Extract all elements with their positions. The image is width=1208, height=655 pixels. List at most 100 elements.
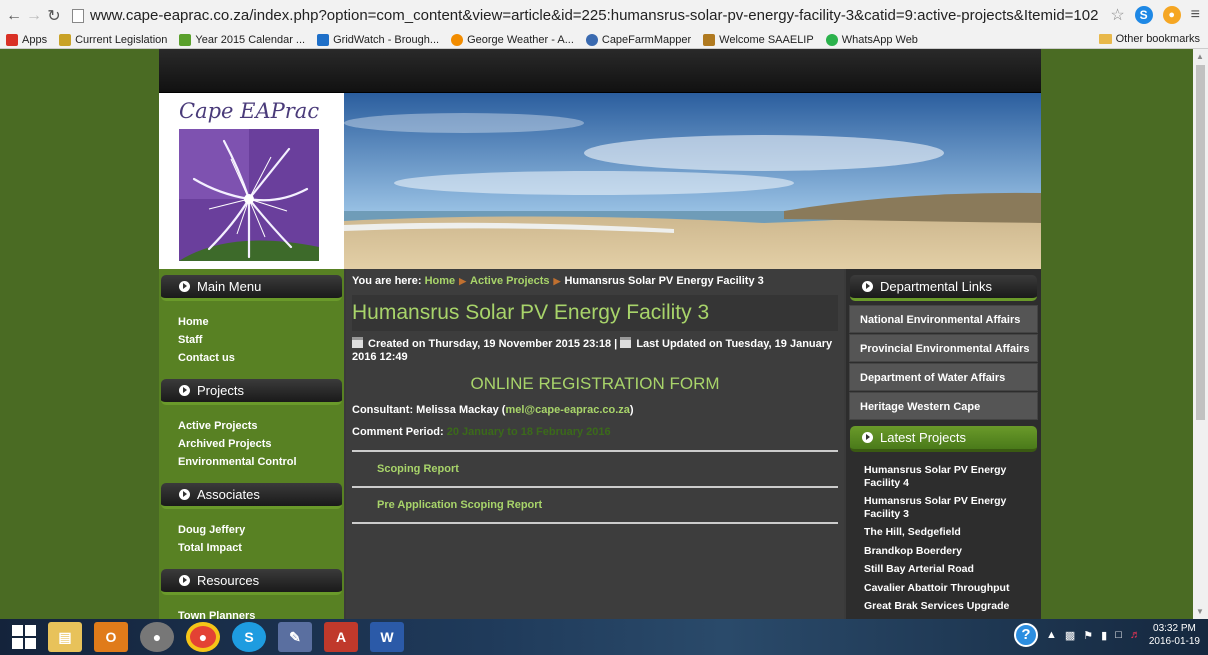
latest-project-item[interactable]: Great Brak Services Upgrade bbox=[864, 600, 1014, 613]
key-extension-icon[interactable]: ● bbox=[1162, 6, 1181, 24]
arrow-circle-icon bbox=[179, 489, 190, 500]
breadcrumb-arrow-icon: ▶ bbox=[459, 276, 467, 286]
menu-item-home[interactable]: Home bbox=[178, 313, 344, 331]
bookmark-gridwatch[interactable]: GridWatch - Brough... bbox=[317, 33, 439, 46]
page-icon bbox=[72, 8, 84, 23]
document-list: Scoping Report Pre Application Scoping R… bbox=[352, 450, 838, 524]
other-bookmarks[interactable]: Other bookmarks bbox=[1098, 33, 1200, 45]
latest-project-item[interactable]: Still Bay Arterial Road bbox=[864, 563, 1014, 576]
forward-arrow-icon[interactable]: → bbox=[24, 7, 44, 25]
volume-icon[interactable]: ♬ bbox=[1130, 629, 1141, 641]
dept-link-water-affairs[interactable]: Department of Water Affairs bbox=[849, 363, 1038, 391]
scroll-down-icon[interactable]: ▼ bbox=[1196, 607, 1204, 616]
bookmark-favicon-icon bbox=[451, 33, 464, 46]
latest-project-item[interactable]: Cavalier Abattoir Throughput bbox=[864, 582, 1014, 595]
comment-period-value: 20 January to 18 February 2016 bbox=[446, 426, 611, 438]
skype-icon[interactable]: S bbox=[232, 622, 266, 652]
menu-item-environmental-control[interactable]: Environmental Control bbox=[178, 453, 344, 471]
arrow-circle-icon bbox=[179, 575, 190, 586]
bookmarks-bar: Apps Current Legislation Year 2015 Calen… bbox=[0, 31, 1208, 49]
breadcrumb-home[interactable]: Home bbox=[425, 275, 456, 287]
bookmark-favicon-icon bbox=[179, 33, 192, 46]
bookmark-george-weather[interactable]: George Weather - A... bbox=[451, 33, 574, 46]
reload-icon[interactable]: ↻ bbox=[44, 6, 64, 26]
clock[interactable]: 03:32 PM 2016-01-19 bbox=[1149, 622, 1200, 648]
outlook-icon[interactable]: O bbox=[94, 622, 128, 652]
help-icon[interactable]: ? bbox=[1013, 623, 1038, 647]
flag-icon[interactable]: ⚑ bbox=[1083, 629, 1093, 642]
dept-link-heritage[interactable]: Heritage Western Cape bbox=[849, 392, 1038, 420]
url-text: www.cape-eaprac.co.za/index.php?option=c… bbox=[90, 7, 1099, 24]
whatsapp-icon bbox=[825, 33, 838, 46]
doc-scoping-report[interactable]: Scoping Report bbox=[352, 450, 838, 486]
menu-item-staff[interactable]: Staff bbox=[178, 331, 344, 349]
battery-icon[interactable]: ▮ bbox=[1101, 629, 1107, 642]
site-top-bar bbox=[159, 49, 1041, 93]
pro-app-icon[interactable]: ● bbox=[140, 622, 174, 652]
bookmark-current-legislation[interactable]: Current Legislation bbox=[59, 33, 167, 46]
chrome-icon[interactable]: ● bbox=[186, 622, 220, 652]
article-meta: Created on Thursday, 19 November 2015 23… bbox=[352, 337, 833, 363]
bookmark-saaelip[interactable]: Welcome SAAELIP bbox=[703, 33, 814, 46]
bookmark-apps[interactable]: Apps bbox=[6, 33, 47, 46]
folder-icon bbox=[1098, 34, 1112, 44]
associates-list: Doug Jeffery Total Impact bbox=[159, 513, 344, 563]
access-icon[interactable]: A bbox=[324, 622, 358, 652]
menu-item-doug-jeffery[interactable]: Doug Jeffery bbox=[178, 521, 344, 539]
menu-item-active-projects[interactable]: Active Projects bbox=[178, 417, 344, 435]
scroll-up-icon[interactable]: ▲ bbox=[1196, 52, 1204, 61]
doc-pre-application-scoping-report[interactable]: Pre Application Scoping Report bbox=[352, 486, 838, 522]
beach-banner-image bbox=[344, 93, 1041, 269]
latest-project-item[interactable]: Humansrus Solar PV Energy Facility 4 bbox=[864, 464, 1014, 489]
menu-item-archived-projects[interactable]: Archived Projects bbox=[178, 435, 344, 453]
right-sidebar: Departmental Links National Environmenta… bbox=[846, 269, 1041, 619]
scroll-thumb[interactable] bbox=[1196, 65, 1205, 420]
logo-text: Cape EAPrac bbox=[179, 99, 320, 123]
breadcrumb-current: Humansrus Solar PV Energy Facility 3 bbox=[564, 275, 764, 287]
arrow-circle-icon bbox=[862, 432, 873, 443]
network-icon[interactable]: ▩ bbox=[1065, 629, 1075, 642]
bookmark-whatsapp[interactable]: WhatsApp Web bbox=[825, 33, 918, 46]
tray-expand-icon[interactable]: ▲ bbox=[1046, 629, 1057, 641]
breadcrumb-arrow-icon: ▶ bbox=[553, 276, 561, 286]
dept-link-national[interactable]: National Environmental Affairs bbox=[849, 305, 1038, 333]
consultant-email-link[interactable]: mel@cape-eaprac.co.za bbox=[505, 404, 629, 416]
divider bbox=[352, 522, 838, 524]
calendar-icon bbox=[352, 337, 363, 348]
latest-project-item[interactable]: Brandkop Boerdery bbox=[864, 545, 1014, 558]
apps-icon bbox=[6, 33, 18, 46]
page-viewport: Cape EAPrac Main Menu Home Staff Contact… bbox=[0, 49, 1193, 619]
bookmark-star-icon[interactable]: ☆ bbox=[1110, 5, 1124, 25]
bookmark-capefarmmapper[interactable]: CapeFarmMapper bbox=[585, 33, 691, 46]
arrow-circle-icon bbox=[179, 281, 190, 292]
menu-item-town-planners[interactable]: Town Planners bbox=[178, 607, 344, 619]
menu-item-total-impact[interactable]: Total Impact bbox=[178, 539, 344, 557]
file-explorer-icon[interactable]: ▤ bbox=[48, 622, 82, 652]
projects-list: Active Projects Archived Projects Enviro… bbox=[159, 409, 344, 477]
windows-start-icon[interactable] bbox=[12, 625, 36, 649]
back-arrow-icon[interactable]: ← bbox=[4, 7, 24, 25]
dept-link-provincial[interactable]: Provincial Environmental Affairs bbox=[849, 334, 1038, 362]
bookmark-favicon-icon bbox=[585, 33, 598, 46]
skype-extension-icon[interactable]: S bbox=[1134, 6, 1153, 24]
comment-period-line: Comment Period: 20 January to 18 Februar… bbox=[352, 426, 611, 438]
browser-toolbar: ← → ↻ www.cape-eaprac.co.za/index.php?op… bbox=[0, 0, 1208, 31]
projects-title: Projects bbox=[161, 379, 342, 405]
page-scrollbar[interactable]: ▲ ▼ bbox=[1193, 49, 1208, 619]
latest-projects-list: Humansrus Solar PV Energy Facility 4 Hum… bbox=[846, 456, 1041, 613]
bookmark-calendar[interactable]: Year 2015 Calendar ... bbox=[179, 33, 305, 46]
word-alt-icon[interactable]: ✎ bbox=[278, 622, 312, 652]
latest-project-item[interactable]: The Hill, Sedgefield bbox=[864, 526, 1014, 539]
message-icon[interactable]: □ bbox=[1115, 629, 1122, 641]
breadcrumb-active-projects[interactable]: Active Projects bbox=[470, 275, 549, 287]
departmental-links-title: Departmental Links bbox=[850, 275, 1037, 301]
latest-project-item[interactable]: Humansrus Solar PV Energy Facility 3 bbox=[864, 495, 1014, 520]
address-bar[interactable]: www.cape-eaprac.co.za/index.php?option=c… bbox=[72, 4, 1142, 28]
word-icon[interactable]: W bbox=[370, 622, 404, 652]
main-menu-list: Home Staff Contact us bbox=[159, 305, 344, 373]
site-logo[interactable]: Cape EAPrac bbox=[159, 93, 344, 269]
chrome-menu-icon[interactable]: ≡ bbox=[1191, 6, 1200, 24]
article-title[interactable]: Humansrus Solar PV Energy Facility 3 bbox=[352, 295, 838, 331]
menu-item-contact-us[interactable]: Contact us bbox=[178, 349, 344, 367]
registration-form-heading[interactable]: ONLINE REGISTRATION FORM bbox=[346, 374, 844, 394]
